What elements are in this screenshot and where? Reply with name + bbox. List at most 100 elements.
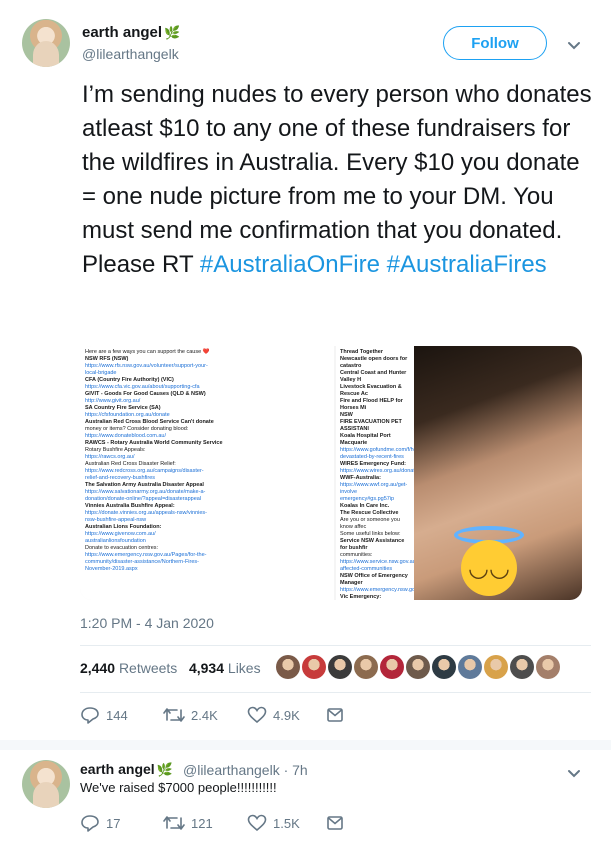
fundraiser-line[interactable]: https://donate.vinnies.org.au/appeals-ns… [85, 510, 329, 517]
display-name[interactable]: earth angel 🌿 [82, 24, 180, 41]
fundraiser-line[interactable]: https://www.emergency.nsw.gov.au/ [340, 587, 414, 594]
fundraiser-line: Are you or someone you know affec [340, 517, 400, 530]
fundraiser-line: NSW [340, 412, 353, 418]
fundraiser-line[interactable]: November-2019.aspx [85, 566, 329, 573]
fundraiser-line: Donate to evacuation centres: [85, 545, 159, 551]
fundraiser-line[interactable]: https://www.cfa.vic.gov.au/about/support… [85, 384, 329, 391]
fundraiser-line: NSW Office of Emergency Manager [340, 573, 408, 586]
retweet-count: 2.4K [191, 707, 218, 723]
fundraiser-line: Fire and Flood HELP for Horses Mi [340, 398, 403, 411]
reply-icon [81, 707, 99, 724]
reply-display-name[interactable]: earth angel 🌿 [80, 761, 173, 778]
divider [80, 692, 591, 693]
fundraiser-line[interactable]: devastated-by-recent-fires [340, 454, 410, 461]
reply-like-button[interactable]: 1.5K [247, 814, 300, 832]
fundraiser-line: Australian Lions Foundation: [85, 524, 162, 530]
dm-button[interactable] [326, 706, 350, 724]
fundraiser-line: The Rescue Collective [340, 510, 399, 516]
fundraiser-list-right: Thread Together Newcastle open doors for … [336, 346, 414, 600]
fundraiser-line[interactable]: https://www.redcross.org.au/campaigns/di… [85, 468, 329, 475]
reply-retweet-button[interactable]: 121 [163, 814, 213, 832]
fundraiser-line: WWF-Australia: [340, 475, 381, 481]
fundraiser-line: Australian Red Cross Disaster Relief: [85, 461, 176, 467]
fundraiser-line[interactable]: community/disaster-assistance/Northern-F… [85, 559, 329, 566]
reply-avatar[interactable] [22, 760, 70, 808]
fundraiser-line: The Salvation Army Australia Disaster Ap… [85, 482, 204, 488]
fundraiser-line: Koalas In Care Inc. [340, 503, 390, 509]
fundraiser-line: Koala Hospital Port Macquarie [340, 433, 391, 446]
fundraiser-line[interactable]: https://rawcs.org.au/ [85, 454, 329, 461]
fundraiser-line[interactable]: https://www.emergency.nsw.gov.au/Pages/f… [85, 552, 329, 559]
liker-avatar[interactable] [380, 655, 404, 679]
envelope-icon [327, 816, 343, 830]
chevron-down-icon[interactable] [566, 765, 582, 781]
fundraiser-line[interactable]: https://www.service.nsw.gov.au/ass [340, 559, 414, 566]
fundraiser-line[interactable]: https://www.wwf.org.au/get-involve [340, 482, 410, 496]
fundraiser-line: Livestock Evacuation & Rescue Ac [340, 384, 402, 397]
chevron-down-icon[interactable] [566, 37, 582, 53]
reply-reply-button[interactable]: 17 [80, 814, 120, 832]
reply-button[interactable]: 144 [80, 706, 128, 724]
hashtag-link[interactable]: #AustraliaOnFire [200, 251, 380, 278]
reply-dm-button[interactable] [326, 814, 350, 832]
liker-avatar[interactable] [510, 655, 534, 679]
fundraiser-line[interactable]: donation/donate-online/?appeal=disastera… [85, 496, 329, 503]
fundraiser-line[interactable]: https://cfsfoundation.org.au/donate [85, 412, 329, 419]
fundraiser-line[interactable]: relief-and-recovery-bushfires [85, 475, 329, 482]
fundraiser-line[interactable]: https://www.givenow.com.au/ [85, 531, 329, 538]
avatar[interactable] [22, 19, 70, 67]
likes-count[interactable]: 4,934 [189, 660, 224, 676]
fundraiser-line[interactable]: nsw-bushfire-appeal-nsw [85, 517, 329, 524]
liker-avatar[interactable] [536, 655, 560, 679]
fundraiser-line: NSW RFS (NSW) [85, 356, 129, 362]
leaf-icon: 🌿 [164, 25, 181, 40]
retweet-icon [163, 708, 185, 722]
liker-avatar[interactable] [484, 655, 508, 679]
liker-avatar[interactable] [276, 655, 300, 679]
liker-avatar[interactable] [302, 655, 326, 679]
fundraiser-line[interactable]: emergency#gs.pg57ip [340, 496, 410, 503]
fundraiser-line[interactable]: http://www.givit.org.au/ [85, 398, 329, 405]
envelope-icon [327, 708, 343, 722]
fundraiser-line: Here are a few ways you can support the … [85, 349, 210, 355]
liker-avatar[interactable] [432, 655, 456, 679]
fundraiser-line: Some useful links below: [340, 531, 401, 537]
fundraiser-line[interactable]: https://www.salvationarmy.org.au/donate/… [85, 489, 329, 496]
fundraiser-line[interactable]: https://www.gofundme.com/f/help- [340, 447, 414, 454]
fundraiser-line: WIRES Emergency Fund: [340, 461, 407, 467]
liker-avatar[interactable] [328, 655, 352, 679]
user-handle[interactable]: @lilearthangelk [82, 46, 179, 62]
fundraiser-line[interactable]: australianlionsfoundation [85, 538, 329, 545]
liker-avatar[interactable] [354, 655, 378, 679]
liker-avatar[interactable] [406, 655, 430, 679]
reply-handle-time[interactable]: @lilearthangelk · 7h [183, 762, 308, 778]
retweet-button[interactable]: 2.4K [163, 706, 218, 724]
fundraiser-line[interactable]: local-brigade [85, 370, 329, 377]
likes-label[interactable]: Likes [228, 660, 261, 676]
fundraiser-line[interactable]: affected-communities [340, 566, 410, 573]
retweets-label[interactable]: Retweets [119, 660, 177, 676]
follow-button[interactable]: Follow [443, 26, 547, 60]
fundraiser-line: Australian Red Cross Blood Service Can't… [85, 419, 214, 425]
fundraiser-line[interactable]: https://www.rfs.nsw.gov.au/volunteer/sup… [85, 363, 329, 370]
fundraiser-line[interactable]: https://www.donateblood.com.au/ [85, 433, 329, 440]
fundraiser-line: Central Coast and Hunter Valley H [340, 370, 407, 383]
liker-avatar[interactable] [458, 655, 482, 679]
reply-like-count: 1.5K [273, 815, 300, 831]
reply-reply-count: 17 [106, 815, 121, 831]
fundraiser-line: Vinnies Australia Bushfire Appeal: [85, 503, 175, 509]
reply-text: We've raised $7000 people!!!!!!!!!!! [80, 780, 277, 795]
fundraiser-line: CFA (Country Fire Authority) (VIC) [85, 377, 174, 383]
engagement-stats: 2,440 Retweets 4,934 Likes [80, 660, 261, 676]
fundraiser-line: money or items? Consider donating blood: [85, 426, 189, 432]
fundraiser-line[interactable]: https://www.wires.org.au/donate/em [340, 468, 414, 475]
reply-count: 144 [106, 707, 128, 723]
fundraiser-line: GIVIT - Goods For Good Causes (QLD & NSW… [85, 391, 206, 397]
hashtag-link[interactable]: #AustraliaFires [387, 251, 547, 278]
like-button[interactable]: 4.9K [247, 706, 300, 724]
display-name-text[interactable]: earth angel [82, 24, 162, 41]
fundraiser-line: Vic Emergency: [340, 594, 382, 600]
retweets-count[interactable]: 2,440 [80, 660, 115, 676]
reply-display-name-text[interactable]: earth angel [80, 761, 155, 777]
timestamp[interactable]: 1:20 PM - 4 Jan 2020 [80, 615, 214, 631]
